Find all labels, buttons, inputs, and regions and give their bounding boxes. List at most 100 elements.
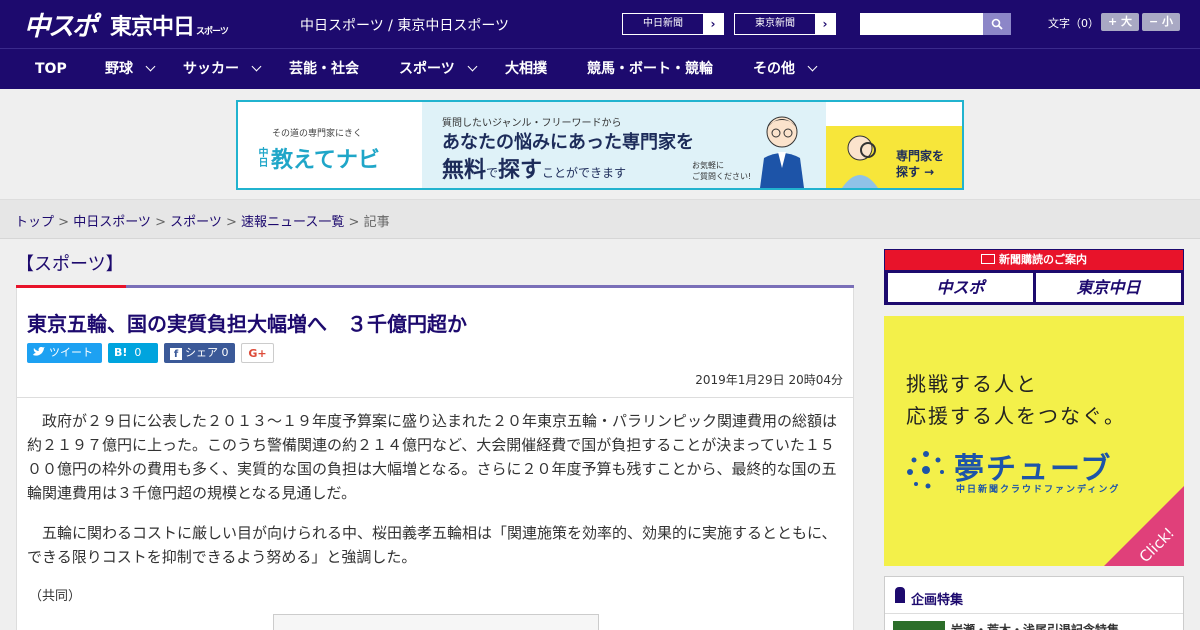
ad-heading-line1: 挑戦する人と	[906, 372, 1038, 396]
banner-note: お気軽に ご質問ください!	[692, 161, 752, 181]
subscription-box: 新聞購読のご案内 中スポ 東京中日	[884, 249, 1184, 305]
tokyo-shimbun-button[interactable]: 東京新聞 ›	[734, 13, 836, 35]
feature-icon	[895, 587, 905, 603]
feature-item[interactable]: 岩瀬・荒木・浅尾引退記念特集	[951, 621, 1119, 630]
yume-tube-ad[interactable]: 挑戦する人と 応援する人をつなぐ。 夢チューブ 中日新聞クラウドファンディング C…	[884, 316, 1184, 566]
banner-line2: あなたの悩みにあった専門家を	[442, 132, 694, 153]
nav-entertainment[interactable]: 芸能・社会	[289, 49, 359, 90]
facebook-count: 0	[221, 346, 229, 359]
banner-brand-prefix: 中日	[256, 147, 267, 167]
chevron-down-icon	[145, 61, 156, 72]
breadcrumb-sports[interactable]: スポーツ	[170, 215, 222, 230]
subscription-title-text: 新聞購読のご案内	[999, 253, 1087, 266]
nav-label: 大相撲	[505, 61, 547, 77]
banner-brand-name: 中日 教えてナビ	[254, 142, 395, 174]
site-title[interactable]: 中日スポーツ / 東京中日スポーツ	[300, 15, 509, 35]
breadcrumb-sep: >	[221, 215, 242, 230]
article-body: 政府が２９日に公表した２０１３～１９年度予算案に盛り込まれた２０年東京五輪・パラ…	[16, 398, 854, 630]
breadcrumb: トップ > 中日スポーツ > スポーツ > 速報ニュース一覧 > 記事	[15, 211, 390, 230]
tokyo-shimbun-label: 東京新聞	[755, 18, 795, 29]
tweet-button[interactable]: ツイート	[27, 343, 102, 363]
nav-top[interactable]: TOP	[35, 49, 67, 90]
subscription-title: 新聞購読のご案内	[885, 250, 1183, 270]
breadcrumb-current: 記事	[363, 215, 390, 230]
banner-brand: その道の専門家にきく 中日 教えてナビ	[238, 102, 422, 188]
article-image	[273, 614, 599, 630]
search-input[interactable]	[860, 13, 983, 35]
hatena-count: 0	[134, 346, 142, 359]
font-larger-button[interactable]: + 大	[1101, 13, 1139, 31]
feature-box: 企画特集 岩瀬・荒木・浅尾引退記念特集	[884, 576, 1184, 630]
font-smaller-button[interactable]: − 小	[1142, 13, 1180, 31]
facebook-icon: f	[170, 348, 182, 360]
nav-soccer[interactable]: サッカー	[183, 49, 262, 90]
chuspo-logo[interactable]: 中スポ	[24, 6, 98, 43]
article-category: 【スポーツ】	[16, 254, 124, 275]
nav-label: 野球	[105, 61, 133, 77]
article-header: 東京五輪、国の実質負担大幅増へ ３千億円超か ツイート B! 0 f シェア 0 …	[16, 288, 854, 398]
tweet-label: ツイート	[49, 346, 93, 359]
banner-brand-tagline: その道の専門家にきく	[272, 129, 363, 139]
newspaper-icon	[981, 254, 995, 264]
feature-title: 企画特集	[911, 593, 964, 608]
google-plus-button[interactable]: G+	[241, 343, 274, 363]
hatena-icon: B!	[114, 346, 128, 359]
tokyo-chunichi-logo[interactable]: 東京中日 スポーツ	[110, 9, 229, 41]
oshiete-navi-banner[interactable]: その道の専門家にきく 中日 教えてナビ 質問したいジャンル・フリーワードから あな…	[236, 100, 964, 190]
article-title: 東京五輪、国の実質負担大幅増へ ３千億円超か	[27, 312, 467, 336]
facebook-share-label: シェア	[185, 346, 218, 359]
font-size-label: 文字（0）	[1048, 17, 1099, 30]
banner-copy: 質問したいジャンル・フリーワードから あなたの悩みにあった専門家を 無料で探すこ…	[422, 102, 826, 188]
consultant-illustration-icon	[760, 116, 804, 188]
banner-cta-text: 専門家を 探す →	[896, 149, 945, 179]
feature-thumb[interactable]	[893, 621, 945, 630]
subscribe-tokyo-button[interactable]: 東京中日	[1036, 273, 1181, 302]
site-header: 中スポ 東京中日 スポーツ 中日スポーツ / 東京中日スポーツ 中日新聞 › 東京…	[0, 0, 1200, 48]
breadcrumb-sep: >	[344, 215, 364, 230]
nav-sports[interactable]: スポーツ	[399, 49, 478, 90]
twitter-icon	[33, 346, 45, 356]
dots-logo-icon	[907, 451, 944, 489]
banner-brand-text: 教えてナビ	[271, 148, 380, 173]
article-date: 2019年1月29日 20時04分	[695, 373, 843, 387]
chevron-down-icon	[251, 61, 262, 72]
nav-baseball[interactable]: 野球	[105, 49, 156, 90]
magnifier-person-icon	[842, 135, 878, 188]
banner-de: で	[486, 166, 499, 180]
chevron-down-icon	[807, 61, 818, 72]
breadcrumb-bar: トップ > 中日スポーツ > スポーツ > 速報ニュース一覧 > 記事	[0, 199, 1200, 239]
article-paragraph: 五輪に関わるコストに厳しい目が向けられる中、桜田義孝五輪相は「関連施策を効率的、…	[27, 524, 837, 566]
banner-line3: 無料で探すことができます	[442, 152, 626, 184]
nav-label: その他	[753, 61, 795, 77]
chevron-right-icon: ›	[703, 14, 723, 34]
banner-free: 無料	[442, 158, 487, 183]
chunichi-shimbun-label: 中日新聞	[643, 18, 683, 29]
breadcrumb-sep: >	[54, 215, 74, 230]
banner-search: 探す	[498, 158, 543, 183]
breadcrumb-top[interactable]: トップ	[15, 215, 54, 230]
nav-other[interactable]: その他	[753, 49, 818, 90]
breadcrumb-sep: >	[150, 215, 171, 230]
nav-label: サッカー	[183, 61, 239, 77]
search-button[interactable]	[983, 13, 1011, 35]
ad-heading: 挑戦する人と応援する人をつなぐ。	[906, 368, 1126, 432]
breadcrumb-chunichi-sports[interactable]: 中日スポーツ	[73, 215, 151, 230]
nav-racing[interactable]: 競馬・ボート・競輪	[587, 49, 713, 90]
breadcrumb-news-list[interactable]: 速報ニュース一覧	[241, 215, 344, 230]
feature-divider	[885, 613, 1183, 614]
tokyo-logo-small: スポーツ	[196, 27, 229, 37]
nav-sumo[interactable]: 大相撲	[505, 49, 547, 90]
subscribe-chuspo-button[interactable]: 中スポ	[888, 273, 1033, 302]
ad-heading-line2: 応援する人をつなぐ。	[906, 404, 1126, 428]
chunichi-shimbun-button[interactable]: 中日新聞 ›	[622, 13, 724, 35]
banner-cta[interactable]: 専門家を 探す →	[826, 126, 962, 188]
nav-label: TOP	[35, 61, 67, 77]
search-icon	[991, 18, 1003, 30]
nav-label: スポーツ	[399, 61, 455, 77]
facebook-share-button[interactable]: f シェア 0	[164, 343, 235, 363]
banner-can: ことができます	[542, 166, 627, 180]
main-nav: TOP 野球 サッカー 芸能・社会 スポーツ 大相撲 競馬・ボート・競輪 その他	[0, 48, 1200, 89]
nav-label: 競馬・ボート・競輪	[587, 61, 713, 77]
hatena-button[interactable]: B! 0	[108, 343, 158, 363]
tokyo-logo-text: 東京中日	[110, 15, 195, 40]
